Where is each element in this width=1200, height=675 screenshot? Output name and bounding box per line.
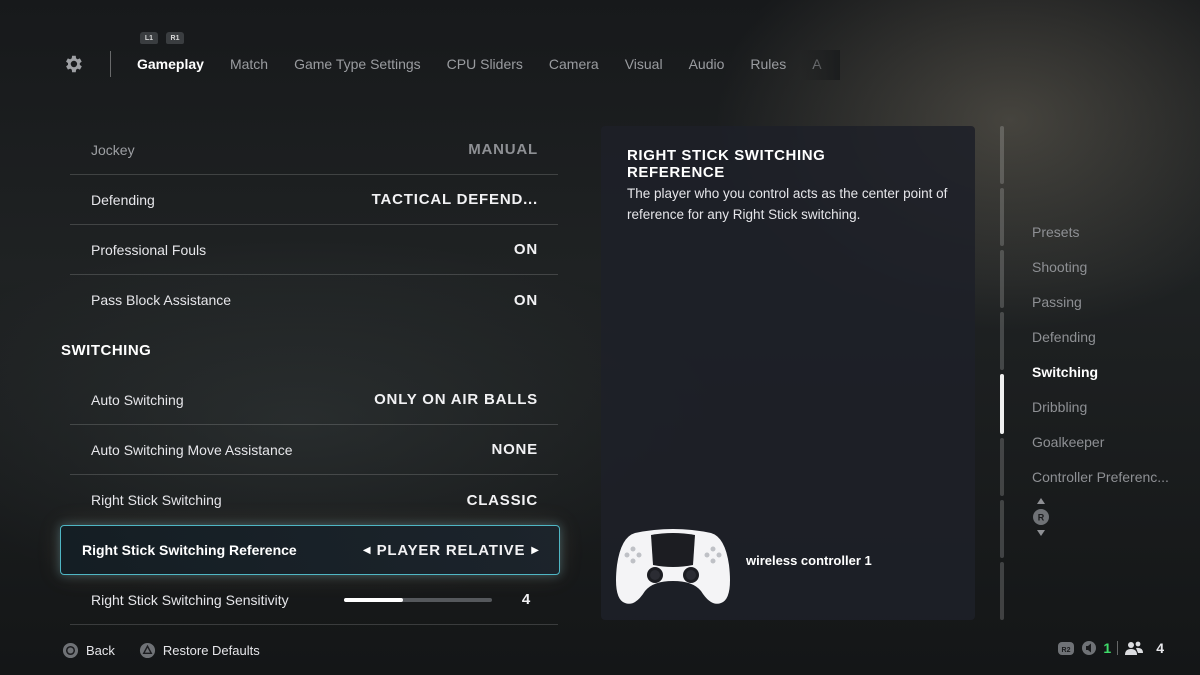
setting-value: TACTICAL DEFEND... [371,191,538,208]
setting-row-right-stick-switching-reference[interactable]: Right Stick Switching Reference ◀ PLAYER… [60,525,560,575]
scroll-segment [1000,250,1004,308]
tab-camera[interactable]: Camera [549,56,599,72]
section-nav-goalkeeper[interactable]: Goalkeeper [1032,424,1192,459]
setting-value: PLAYER RELATIVE [376,541,526,559]
r2-icon: R2 [1058,642,1075,655]
tab-match[interactable]: Match [230,56,268,72]
sensitivity-control[interactable]: 4 [343,591,538,608]
r1-bumper-icon: R1 [166,32,184,44]
setting-value: NONE [491,441,538,458]
setting-row-auto-switching[interactable]: Auto Switching ONLY ON AIR BALLS [70,375,558,425]
setting-label: Right Stick Switching Sensitivity [91,591,289,608]
right-stick-icon: R [1033,498,1049,536]
setting-row-jockey[interactable]: Jockey MANUAL [70,125,558,175]
section-nav: Presets Shooting Passing Defending Switc… [1032,214,1192,494]
setting-label: Defending [91,191,155,208]
setting-label: Jockey [91,141,135,158]
restore-defaults-label: Restore Defaults [162,643,260,658]
scroll-segment [1000,312,1004,370]
setting-row-defending[interactable]: Defending TACTICAL DEFEND... [70,175,558,225]
section-nav-dribbling[interactable]: Dribbling [1032,389,1192,424]
setting-label: Professional Fouls [91,241,207,258]
tab-gameplay[interactable]: Gameplay [137,56,204,72]
players-count: 4 [1156,640,1164,656]
sensitivity-slider[interactable] [343,597,492,602]
tab-rules[interactable]: Rules [750,56,786,72]
setting-value: ON [513,291,538,309]
right-stick-label: R [1038,513,1045,523]
setting-label: Right Stick Switching [91,492,222,508]
setting-row-right-stick-switching-sensitivity[interactable]: Right Stick Switching Sensitivity 4 [70,575,558,625]
back-button[interactable]: Back [62,642,115,659]
section-nav-passing[interactable]: Passing [1032,284,1192,319]
slider-fill [343,597,404,602]
section-nav-defending[interactable]: Defending [1032,319,1192,354]
setting-value: ONLY ON AIR BALLS [374,391,538,408]
section-title-switching: SWITCHING [61,341,152,359]
settings-list: Jockey MANUAL Defending TACTICAL DEFEND.… [60,125,560,625]
status-divider [1117,641,1119,655]
setting-value: MANUAL [468,141,538,158]
info-description: The player who you control acts as the c… [627,186,948,222]
bumper-hints: L1 R1 [140,32,184,44]
footer-hints: Back Restore Defaults [62,642,284,659]
speaker-icon [1082,641,1097,655]
scroll-segment [1000,188,1004,246]
info-title: RIGHT STICK SWITCHING REFERENCE [627,147,826,181]
setting-value: 4 [521,591,531,608]
info-panel: RIGHT STICK SWITCHING REFERENCE The play… [601,126,975,620]
controller-icon [616,529,730,604]
triangle-button-icon [139,642,155,659]
gear-icon[interactable] [62,53,84,75]
l1-bumper-icon: L1 [140,32,158,44]
tabs-fade [800,50,840,80]
setting-label: Auto Switching [91,391,184,408]
setting-value: ON [513,241,538,258]
section-scroll-track[interactable] [1000,126,1004,620]
setting-row-pass-block-assistance[interactable]: Pass Block Assistance ON [70,275,558,325]
scroll-segment [1000,500,1004,558]
value-selector[interactable]: ◀ PLAYER RELATIVE ▶ [363,542,539,559]
setting-row-auto-switching-move-assistance[interactable]: Auto Switching Move Assistance NONE [70,425,558,475]
tab-cpu-sliders[interactable]: CPU Sliders [447,56,523,72]
section-nav-presets[interactable]: Presets [1032,214,1192,249]
circle-button-icon [62,642,79,659]
top-navigation: L1 R1 Gameplay Match Game Type Settings … [0,0,1200,100]
tab-bar: Gameplay Match Game Type Settings CPU Sl… [137,56,837,72]
right-arrow-icon[interactable]: ▶ [531,545,539,556]
active-count: 1 [1103,640,1112,656]
nav-divider [110,51,111,77]
setting-row-professional-fouls[interactable]: Professional Fouls ON [70,225,558,275]
section-nav-switching[interactable]: Switching [1032,354,1192,389]
tab-game-type-settings[interactable]: Game Type Settings [294,56,421,72]
controller-label: wireless controller 1 [746,553,872,568]
setting-label: Right Stick Switching Reference [82,542,297,558]
players-icon [1125,641,1144,655]
back-label: Back [86,643,115,658]
scroll-segment-active [1000,374,1004,434]
setting-label: Auto Switching Move Assistance [91,441,293,458]
section-nav-controller-preferences[interactable]: Controller Preferenc... [1032,459,1192,494]
restore-defaults-button[interactable]: Restore Defaults [139,642,260,659]
status-bar: R2 1 4 [1057,640,1164,656]
section-nav-shooting[interactable]: Shooting [1032,249,1192,284]
setting-label: Pass Block Assistance [91,292,232,308]
setting-value: CLASSIC [466,491,538,509]
tab-visual[interactable]: Visual [625,56,663,72]
scroll-segment [1000,126,1004,184]
r2-label: R2 [1062,647,1071,654]
scroll-segment [1000,438,1004,496]
tab-audio[interactable]: Audio [689,56,725,72]
scroll-segment [1000,562,1004,620]
left-arrow-icon[interactable]: ◀ [363,545,371,556]
setting-row-right-stick-switching[interactable]: Right Stick Switching CLASSIC [70,475,558,525]
